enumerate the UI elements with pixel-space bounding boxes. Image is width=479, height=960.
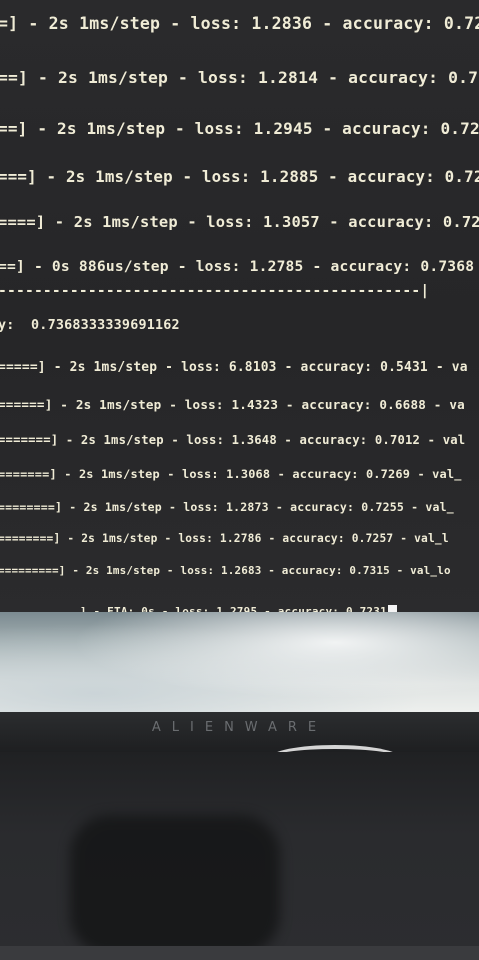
terminal-line: =======] - 2s 1ms/step - loss: 1.3648 - … bbox=[0, 433, 466, 447]
desktop-wallpaper bbox=[0, 612, 479, 714]
terminal-line: ==] - 0s 886us/step - loss: 1.2785 - acc… bbox=[0, 258, 475, 275]
terminal-line: =========] - 2s 1ms/step - loss: 1.2683 … bbox=[0, 564, 451, 577]
terminal-line: ========] - 2s 1ms/step - loss: 1.2873 -… bbox=[0, 500, 454, 514]
desk-edge bbox=[0, 946, 479, 960]
monitor-screen: =] - 2s 1ms/step - loss: 1.2836 - accura… bbox=[0, 0, 479, 615]
terminal-line: ===] - 2s 1ms/step - loss: 1.2885 - accu… bbox=[0, 167, 479, 186]
terminal-line: ==] - 2s 1ms/step - loss: 1.2814 - accur… bbox=[0, 68, 479, 87]
terminal-line: =] - 2s 1ms/step - loss: 1.2836 - accura… bbox=[0, 14, 479, 33]
terminal-line: =====] - 2s 1ms/step - loss: 6.8103 - ac… bbox=[0, 360, 468, 375]
terminal-line: ========] - 2s 1ms/step - loss: 1.2786 -… bbox=[0, 532, 449, 545]
terminal-line: =======] - 2s 1ms/step - loss: 1.3068 - … bbox=[0, 467, 462, 481]
terminal-line: ======] - 2s 1ms/step - loss: 1.4323 - a… bbox=[0, 397, 465, 412]
brand-logo: ALIENWARE bbox=[151, 720, 328, 735]
terminal-line: y: 0.7368333339691162 bbox=[0, 318, 180, 333]
terminal-line: ====] - 2s 1ms/step - loss: 1.3057 - acc… bbox=[0, 213, 479, 231]
terminal-line: ==] - 2s 1ms/step - loss: 1.2945 - accur… bbox=[0, 119, 479, 138]
desk-shadow bbox=[70, 815, 280, 955]
terminal-separator: ----------------------------------------… bbox=[0, 282, 430, 299]
